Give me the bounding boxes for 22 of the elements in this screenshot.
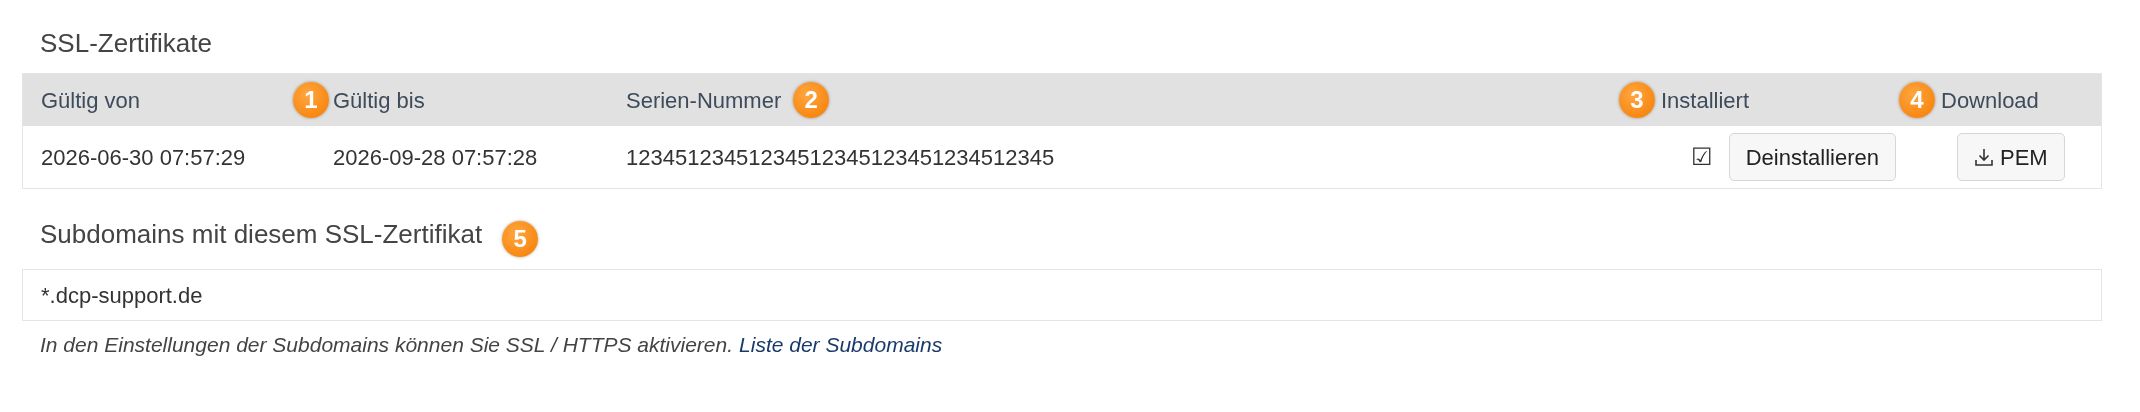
section-title: SSL-Zertifikate — [40, 27, 212, 60]
column-header: Serien-Nummer — [626, 86, 782, 115]
table-cell: 2026-09-28 07:57:28 — [333, 144, 538, 170]
table-cell: 12345123451234512345123451234512345 — [626, 144, 1055, 170]
callout-marker: 4 — [1899, 82, 1935, 118]
subdomain-item: *.dcp-support.de — [41, 281, 203, 310]
column-header: Installiert — [1661, 86, 1750, 115]
callout-marker: 2 — [793, 82, 830, 118]
table-cell: 2026-06-30 07:57:29 — [41, 144, 246, 170]
download-icon — [1974, 147, 1994, 167]
subdomains-link[interactable]: Liste der Subdomains — [739, 329, 943, 361]
column-header: Gültig von — [41, 86, 141, 115]
callout-marker: 1 — [293, 82, 329, 118]
checkbox-mark: ☑ — [1690, 142, 1713, 172]
callout-marker: 3 — [1619, 82, 1655, 118]
callout-marker: 5 — [502, 221, 539, 257]
download-button[interactable]: PEM — [1957, 133, 2065, 181]
hint-text: In den Einstellungen der Subdomains können Sie SSL / HTTPS aktivieren. — [40, 332, 734, 358]
column-header: Gültig bis — [333, 86, 425, 115]
uninstall-button[interactable]: Deinstallieren — [1728, 133, 1896, 181]
section-title: Subdomains mit diesem SSL-Zertifikat — [40, 217, 483, 251]
column-header: Download — [1941, 86, 2039, 115]
